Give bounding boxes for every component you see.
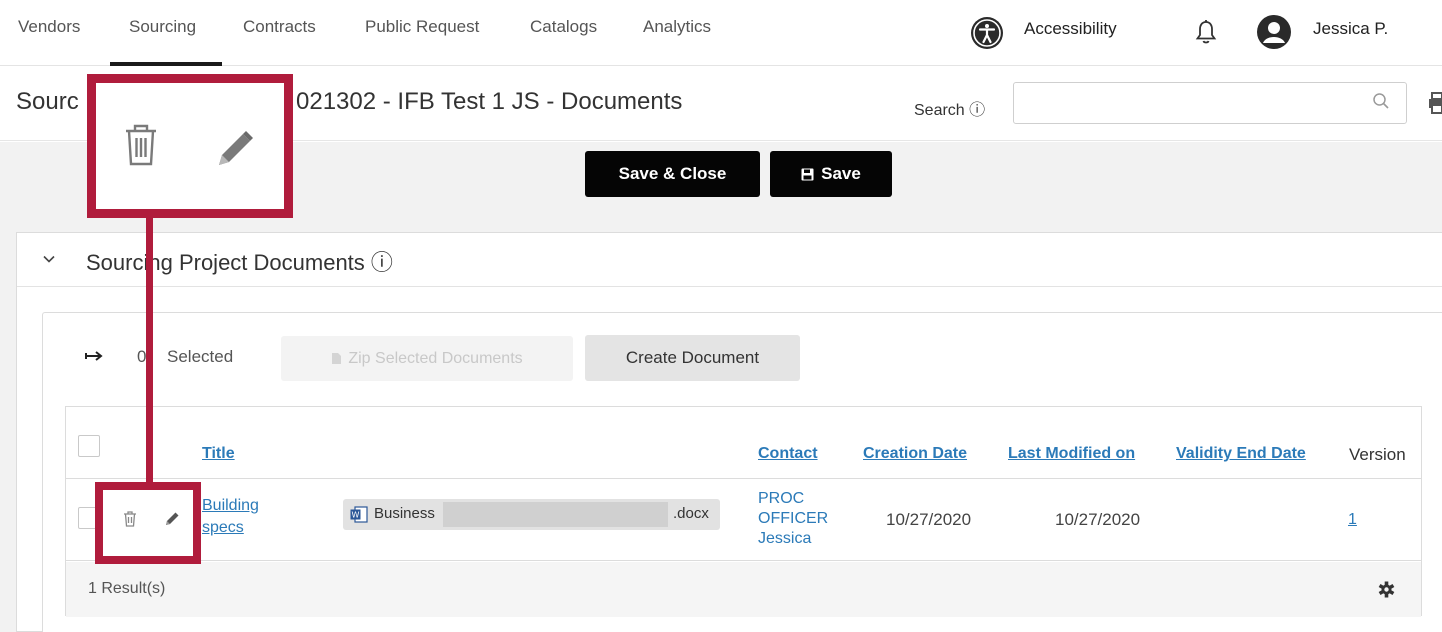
top-navigation: Vendors Sourcing Contracts Public Reques… <box>0 0 1442 66</box>
nav-public-request[interactable]: Public Request <box>365 17 479 37</box>
save-and-close-button[interactable]: Save & Close <box>585 151 760 197</box>
nav-contracts[interactable]: Contracts <box>243 17 316 37</box>
search-icon[interactable] <box>1372 92 1390 110</box>
zip-selected-documents-button[interactable]: Zip Selected Documents <box>281 336 573 381</box>
creation-date-cell: 10/27/2020 <box>886 510 972 529</box>
nav-sourcing[interactable]: Sourcing <box>129 17 196 37</box>
callout-magnified-icons <box>87 74 293 218</box>
accessibility-link[interactable]: Accessibility <box>1024 19 1117 39</box>
redacted-file-name <box>443 502 668 527</box>
arrow-right-icon[interactable] <box>84 349 104 363</box>
search-input[interactable] <box>1013 82 1407 124</box>
nav-analytics[interactable]: Analytics <box>643 17 711 37</box>
contact-line2: OFFICER <box>758 510 829 527</box>
zip-file-icon <box>332 353 342 364</box>
column-version: Version <box>1349 445 1406 464</box>
nav-catalogs[interactable]: Catalogs <box>530 17 597 37</box>
document-title-line1[interactable]: Building <box>202 497 259 515</box>
user-name[interactable]: Jessica P. <box>1313 19 1388 39</box>
file-extension: .docx <box>673 505 709 522</box>
contact-line1: PROC <box>758 490 805 507</box>
column-contact[interactable]: Contact <box>758 445 818 463</box>
table-row: Building specs W Business .docx PROC OFF… <box>66 479 1421 561</box>
column-creation-date[interactable]: Creation Date <box>863 445 967 463</box>
save-button[interactable]: Save <box>770 151 892 197</box>
accessibility-icon[interactable] <box>971 17 1003 49</box>
file-name: Business <box>374 505 435 522</box>
save-button-label: Save <box>821 164 861 183</box>
callout-highlight-frame <box>95 482 201 564</box>
active-tab-indicator <box>110 62 222 66</box>
zip-button-label: Zip Selected Documents <box>348 349 523 367</box>
callout-connector <box>146 216 153 482</box>
column-last-modified[interactable]: Last Modified on <box>1008 445 1135 463</box>
search-label: Search ⓘ <box>914 102 986 119</box>
page-title-start: Sourc <box>16 88 79 115</box>
documents-table: Title Contact Creation Date Last Modifie… <box>65 406 1422 617</box>
file-attachment-chip[interactable]: W Business .docx <box>343 499 720 530</box>
section-header[interactable]: Sourcing Project Documents ⓘ <box>17 233 1442 287</box>
version-link[interactable]: 1 <box>1348 511 1357 529</box>
settings-gear-icon[interactable] <box>1378 581 1395 598</box>
contact-link[interactable]: PROC OFFICER Jessica <box>758 489 828 549</box>
svg-text:W: W <box>352 511 360 520</box>
create-document-button[interactable]: Create Document <box>585 335 800 381</box>
chevron-down-icon[interactable] <box>41 251 57 267</box>
table-footer: 1 Result(s) <box>66 562 1421 617</box>
column-title[interactable]: Title <box>202 445 235 463</box>
notification-bell-icon[interactable] <box>1195 19 1217 45</box>
word-document-icon: W <box>350 506 368 523</box>
last-modified-cell: 10/27/2020 <box>1055 510 1141 529</box>
edit-pencil-icon-magnified <box>219 131 253 165</box>
delete-trash-icon-magnified <box>126 124 156 166</box>
table-header-row: Title Contact Creation Date Last Modifie… <box>66 407 1421 479</box>
select-all-checkbox[interactable] <box>78 435 100 457</box>
nav-vendors[interactable]: Vendors <box>18 17 80 37</box>
selected-label: Selected <box>167 347 234 366</box>
print-icon[interactable] <box>1428 92 1442 114</box>
save-disk-icon <box>801 168 814 180</box>
page-title: 021302 - IFB Test 1 JS - Documents <box>296 88 683 115</box>
results-count: 1 Result(s) <box>88 580 166 597</box>
document-title-line2[interactable]: specs <box>202 519 244 537</box>
user-avatar-icon[interactable] <box>1257 15 1291 49</box>
column-validity-end-date[interactable]: Validity End Date <box>1176 445 1306 463</box>
contact-line3: Jessica <box>758 530 812 547</box>
section-title: Sourcing Project Documents ⓘ <box>86 250 393 275</box>
